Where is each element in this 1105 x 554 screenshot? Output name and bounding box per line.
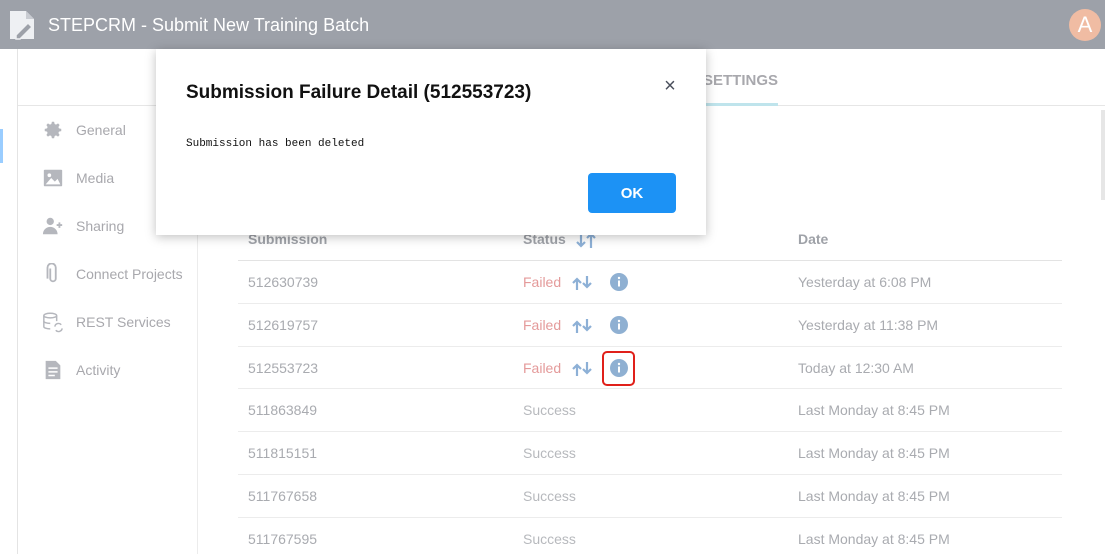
sidebar-item-label: REST Services [76,314,171,330]
close-icon[interactable]: × [660,76,680,96]
failure-detail-dialog: Submission Failure Detail (512553723) × … [156,49,706,235]
status-text: Failed [523,316,562,333]
paperclip-icon [46,263,57,283]
status-text: Success [523,402,576,419]
submission-date: Last Monday at 8:45 PM [798,487,950,504]
sidebar-item-general[interactable]: General [42,117,126,143]
submission-date: Last Monday at 8:45 PM [798,530,950,547]
sidebar-item-label: Media [76,170,115,186]
submission-date: Yesterday at 6:08 PM [798,274,932,290]
ok-button[interactable]: OK [588,173,676,213]
sidebar-item-label: General [76,122,126,138]
info-icon[interactable] [610,315,628,334]
status-text: Success [523,530,576,547]
submission-id: 512630739 [248,274,319,290]
table-row: 511863849 Success Last Monday at 8:45 PM [238,389,1062,433]
sidebar-item-activity[interactable]: Activity [42,357,120,383]
table-row: 511815151 Success Last Monday at 8:45 PM [238,432,1062,475]
sidebar-item-label: Connect Projects [76,266,183,282]
left-rail [0,49,18,554]
submissions-table: Submission Status Date 512630739 Failed … [238,218,1062,554]
add-user-icon [42,217,63,235]
submission-date: Last Monday at 8:45 PM [798,402,950,419]
submission-id: 511767595 [248,530,318,547]
image-icon [43,169,63,187]
sidebar-item-rest-services[interactable]: REST Services [42,309,171,335]
submission-date: Yesterday at 11:38 PM [798,316,939,333]
document-icon [45,360,61,380]
table-row: 512630739 Failed Yesterday at 6:08 PM [238,261,1062,304]
gear-icon [44,121,62,139]
submission-id: 512619757 [248,316,319,333]
retry-icon[interactable] [572,316,592,336]
submission-id: 511863849 [248,402,318,419]
table-row: 512619757 Failed Yesterday at 11:38 PM [238,304,1062,347]
tab-settings[interactable]: SETTINGS [703,72,779,106]
submission-date: Last Monday at 8:45 PM [798,445,950,462]
table-row: 511767658 Success Last Monday at 8:45 PM [238,475,1062,518]
submission-id: 511815151 [248,445,318,462]
sidebar-item-sharing[interactable]: Sharing [42,213,124,239]
status-text: Failed [523,359,562,376]
dialog-message: Submission has been deleted [186,138,365,150]
sidebar-item-label: Activity [76,362,121,378]
scrollbar[interactable] [1101,110,1105,200]
status-text: Failed [523,274,562,290]
sidebar-item-label: Sharing [76,218,125,234]
submission-id: 511767658 [248,487,318,504]
sidebar-item-media[interactable]: Media [42,165,114,191]
sidebar-item-connect-projects[interactable]: Connect Projects [42,261,183,287]
table-row: 511767595 Success Last Monday at 8:45 PM [238,518,1062,554]
status-text: Success [523,445,576,462]
info-icon[interactable] [610,273,628,291]
dialog-title: Submission Failure Detail (512553723) [186,82,532,103]
table-row: 512553723 Failed Today at 12:30 AM [238,347,1062,390]
highlight-box [602,350,635,386]
retry-icon[interactable] [572,359,592,379]
submission-id: 512553723 [248,359,319,376]
status-text: Success [523,487,576,504]
column-header-date[interactable]: Date [798,231,828,247]
retry-icon[interactable] [572,273,592,293]
app-title: STEPCRM - Submit New Training Batch [48,15,370,35]
database-sync-icon [43,312,63,333]
left-rail-accent [0,129,3,163]
submission-date: Today at 12:30 AM [798,359,914,376]
app-logo-icon [10,11,34,40]
title-bar: STEPCRM - Submit New Training Batch A [0,0,1105,49]
user-avatar[interactable]: A [1069,9,1101,41]
